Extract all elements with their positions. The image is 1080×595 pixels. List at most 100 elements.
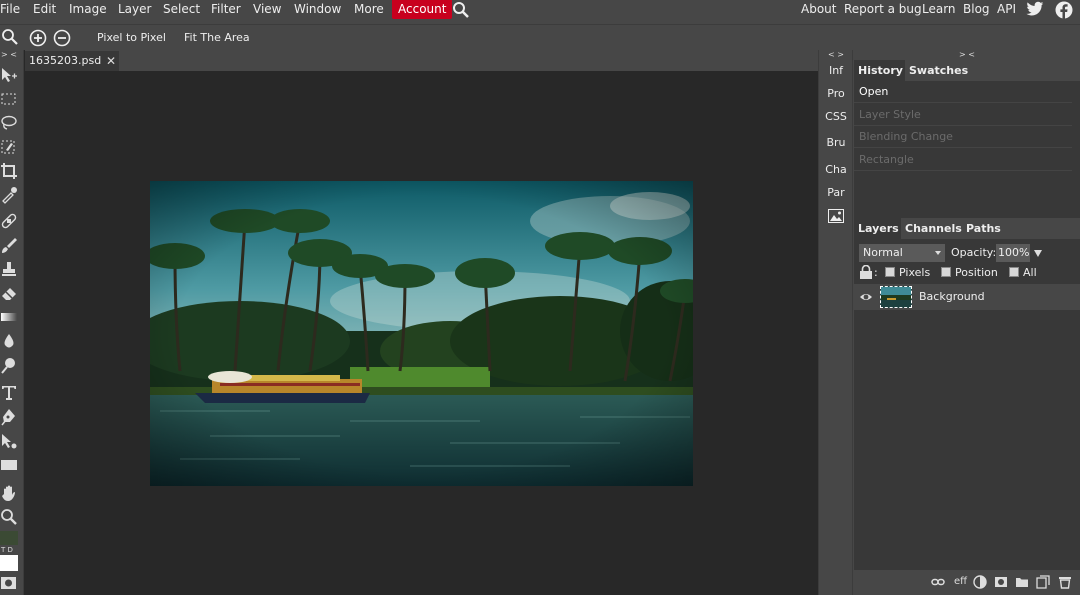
menu-learn[interactable]: Learn bbox=[922, 0, 956, 20]
lock-position-checkbox[interactable] bbox=[941, 267, 951, 277]
tab-history[interactable]: History bbox=[854, 60, 907, 81]
mini-panel-paragraph[interactable]: Par bbox=[820, 183, 852, 203]
new-layer-icon[interactable] bbox=[1036, 575, 1050, 589]
tab-layers[interactable]: Layers bbox=[854, 218, 903, 239]
lock-all-checkbox[interactable] bbox=[1009, 267, 1019, 277]
menu-about[interactable]: About bbox=[801, 0, 836, 20]
brush-tool-icon[interactable] bbox=[0, 236, 18, 254]
zoom-tool-icon bbox=[1, 28, 19, 48]
zoom-in-icon[interactable] bbox=[29, 29, 47, 49]
lock-pixels-checkbox[interactable] bbox=[885, 267, 895, 277]
quick-select-tool-icon[interactable] bbox=[0, 138, 18, 156]
mini-panel-info[interactable]: Inf bbox=[820, 61, 852, 81]
eye-icon[interactable] bbox=[859, 290, 873, 304]
menu-window[interactable]: Window bbox=[288, 0, 347, 20]
zoom-tool-icon[interactable] bbox=[0, 508, 18, 526]
shape-tool-icon[interactable] bbox=[0, 456, 18, 474]
opacity-input[interactable]: 100% bbox=[996, 244, 1030, 262]
gradient-tool-icon[interactable] bbox=[0, 308, 18, 326]
layer-row[interactable]: Background bbox=[854, 284, 1080, 310]
mini-panels-collapse-button[interactable]: < > bbox=[819, 50, 853, 60]
menu-image[interactable]: Image bbox=[63, 0, 113, 20]
options-bar: Pixel to Pixel Fit The Area bbox=[0, 24, 1080, 50]
menu-more[interactable]: More bbox=[348, 0, 390, 20]
twitter-icon[interactable] bbox=[1026, 1, 1044, 21]
path-select-tool-icon[interactable] bbox=[0, 432, 18, 450]
menu-api[interactable]: API bbox=[997, 0, 1016, 20]
opacity-dropdown-icon[interactable] bbox=[1034, 250, 1042, 257]
background-color-swatch[interactable] bbox=[0, 555, 18, 571]
history-item-layer-style[interactable]: Layer Style bbox=[854, 104, 1072, 126]
history-item-rectangle[interactable]: Rectangle bbox=[854, 149, 1072, 171]
layer-thumbnail bbox=[880, 286, 912, 308]
right-panels-column: > < History Swatches Open Layer Style Bl… bbox=[852, 50, 1080, 595]
layers-panel: Layers Channels Paths Normal Opacity: 10… bbox=[854, 218, 1080, 595]
menu-select[interactable]: Select bbox=[157, 0, 206, 20]
history-item-open[interactable]: Open bbox=[854, 81, 1072, 103]
tab-swatches[interactable]: Swatches bbox=[905, 60, 973, 81]
eyedropper-tool-icon[interactable] bbox=[0, 186, 18, 204]
document-tab[interactable]: 1635203.psd ✕ bbox=[25, 51, 119, 71]
lock-pixels-option[interactable]: Pixels bbox=[885, 265, 930, 281]
document-canvas-image[interactable] bbox=[150, 181, 693, 486]
document-tab-title: 1635203.psd bbox=[29, 54, 102, 67]
menu-view[interactable]: View bbox=[247, 0, 287, 20]
lock-all-label: All bbox=[1023, 266, 1037, 279]
document-tabs: 1635203.psd ✕ bbox=[25, 50, 818, 71]
foreground-color-swatch[interactable] bbox=[0, 531, 18, 545]
move-tool-icon[interactable] bbox=[0, 66, 18, 84]
toolbar-collapse-button[interactable]: > < bbox=[0, 50, 18, 60]
dodge-tool-icon[interactable] bbox=[0, 356, 18, 374]
eraser-tool-icon[interactable] bbox=[0, 284, 18, 302]
pen-tool-icon[interactable] bbox=[0, 408, 18, 426]
fit-area-button[interactable]: Fit The Area bbox=[184, 25, 250, 51]
facebook-icon[interactable] bbox=[1055, 1, 1073, 21]
mini-panel-css[interactable]: CSS bbox=[820, 107, 852, 127]
hand-tool-icon[interactable] bbox=[0, 484, 18, 502]
new-group-icon[interactable] bbox=[1015, 575, 1029, 589]
quick-mask-icon[interactable] bbox=[0, 575, 18, 593]
healing-brush-tool-icon[interactable] bbox=[0, 212, 18, 230]
clone-stamp-tool-icon[interactable] bbox=[0, 260, 18, 278]
menu-edit[interactable]: Edit bbox=[27, 0, 62, 20]
layers-tabs: Layers Channels Paths bbox=[854, 218, 1080, 239]
lock-pixels-label: Pixels bbox=[899, 266, 931, 279]
text-tool-icon[interactable] bbox=[0, 383, 18, 401]
swap-default-colors[interactable]: T D bbox=[1, 546, 17, 554]
search-icon[interactable] bbox=[446, 1, 476, 21]
menu-bar: File Edit Image Layer Select Filter View… bbox=[0, 0, 1080, 24]
layer-mask-icon[interactable] bbox=[994, 575, 1008, 589]
menu-layer[interactable]: Layer bbox=[112, 0, 157, 20]
crop-tool-icon[interactable] bbox=[0, 162, 18, 180]
tab-paths[interactable]: Paths bbox=[962, 218, 1005, 239]
lock-position-option[interactable]: Position bbox=[941, 265, 998, 281]
lock-position-label: Position bbox=[955, 266, 998, 279]
history-item-blending-change[interactable]: Blending Change bbox=[854, 126, 1072, 148]
menu-report-bug[interactable]: Report a bug bbox=[844, 0, 922, 20]
pixel-to-pixel-button[interactable]: Pixel to Pixel bbox=[97, 25, 166, 51]
delete-layer-icon[interactable] bbox=[1058, 575, 1072, 589]
image-icon[interactable] bbox=[820, 207, 852, 227]
marquee-tool-icon[interactable] bbox=[0, 90, 18, 108]
mini-panel-character[interactable]: Cha bbox=[820, 160, 852, 180]
tab-channels[interactable]: Channels bbox=[901, 218, 966, 239]
mini-panel-brush[interactable]: Bru bbox=[820, 133, 852, 153]
blur-tool-icon[interactable] bbox=[0, 332, 18, 350]
adjustment-layer-icon[interactable] bbox=[973, 575, 987, 589]
account-button[interactable]: Account bbox=[392, 0, 453, 19]
close-tab-icon[interactable]: ✕ bbox=[106, 51, 116, 71]
layer-effects-button[interactable]: eff bbox=[954, 575, 967, 589]
canvas-area[interactable] bbox=[25, 71, 818, 595]
menu-filter[interactable]: Filter bbox=[205, 0, 247, 20]
right-panels-collapse-button[interactable]: > < bbox=[853, 50, 1080, 60]
layers-footer: eff bbox=[853, 570, 1080, 595]
lasso-tool-icon[interactable] bbox=[0, 114, 18, 132]
menu-file[interactable]: File bbox=[0, 0, 26, 20]
menu-blog[interactable]: Blog bbox=[963, 0, 990, 20]
mini-panel-properties[interactable]: Pro bbox=[820, 84, 852, 104]
lock-all-option[interactable]: All bbox=[1009, 265, 1037, 281]
lock-colon: : bbox=[874, 266, 878, 279]
link-layers-icon[interactable] bbox=[931, 575, 945, 589]
blend-mode-select[interactable]: Normal bbox=[859, 244, 945, 262]
zoom-out-icon[interactable] bbox=[53, 29, 71, 49]
